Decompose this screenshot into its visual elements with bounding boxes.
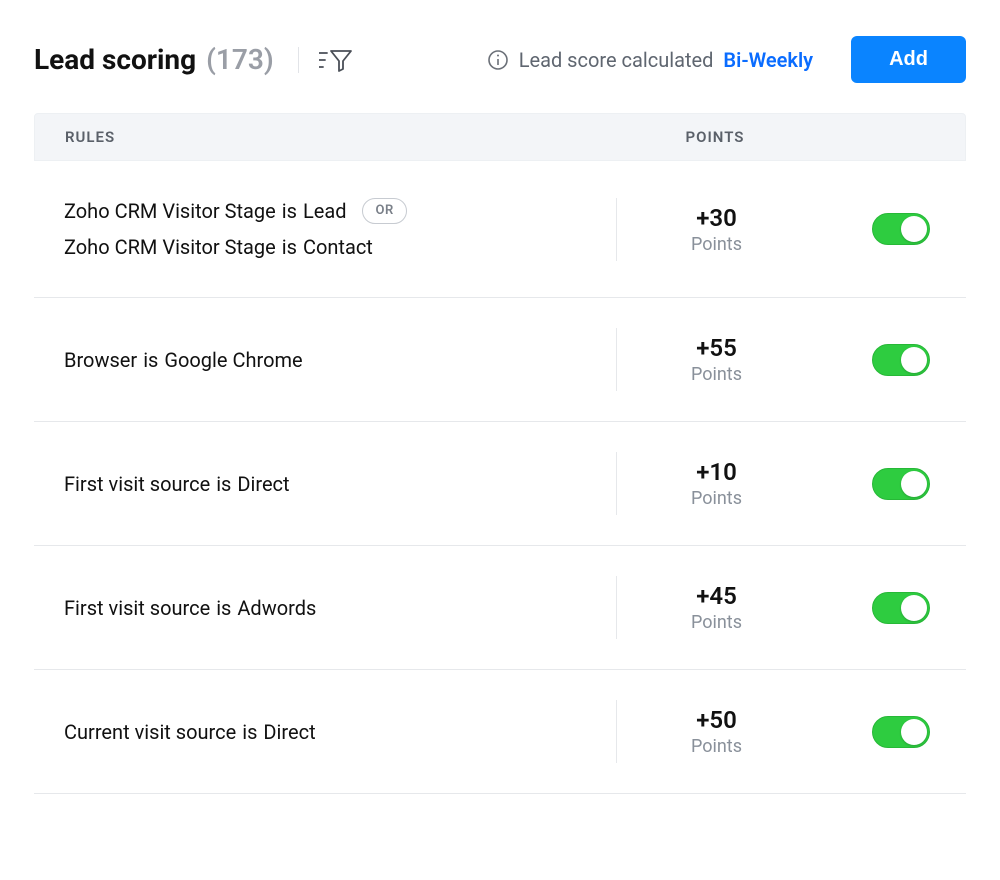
- toggle-cell: [816, 213, 936, 245]
- rule-condition: Zoho CRM Visitor StageisContact: [64, 231, 616, 263]
- info-icon[interactable]: [487, 49, 509, 71]
- rule-operator: is: [242, 716, 257, 748]
- points-value: +30: [617, 204, 816, 232]
- rule-operator: is: [216, 468, 231, 500]
- page-title: Lead scoring: [34, 43, 196, 76]
- points-value: +50: [617, 706, 816, 734]
- table-row[interactable]: Zoho CRM Visitor StageisLeadORZoho CRM V…: [34, 161, 966, 298]
- toggle-cell: [816, 468, 936, 500]
- toggle-knob: [901, 719, 927, 745]
- table-body: Zoho CRM Visitor StageisLeadORZoho CRM V…: [34, 161, 966, 794]
- rule-condition: BrowserisGoogle Chrome: [64, 344, 616, 376]
- rule-cell: First visit sourceisDirect: [64, 464, 616, 504]
- rule-value: Direct: [237, 468, 289, 500]
- table-row[interactable]: First visit sourceisDirect+10Points: [34, 422, 966, 546]
- table-header: RULES POINTS: [34, 113, 966, 161]
- points-label: Points: [617, 234, 816, 255]
- enable-toggle[interactable]: [872, 716, 930, 748]
- vertical-separator: [298, 47, 299, 73]
- points-cell: +50Points: [616, 700, 816, 763]
- points-label: Points: [617, 488, 816, 509]
- enable-toggle[interactable]: [872, 213, 930, 245]
- points-cell: +30Points: [616, 198, 816, 261]
- rules-table: RULES POINTS Zoho CRM Visitor StageisLea…: [34, 113, 966, 794]
- table-row[interactable]: Current visit sourceisDirect+50Points: [34, 670, 966, 794]
- filter-icon[interactable]: [319, 47, 353, 73]
- table-row[interactable]: First visit sourceisAdwords+45Points: [34, 546, 966, 670]
- rule-condition: First visit sourceisAdwords: [64, 592, 616, 624]
- rule-cell: Zoho CRM Visitor StageisLeadORZoho CRM V…: [64, 191, 616, 267]
- rule-field: First visit source: [64, 592, 210, 624]
- points-value: +45: [617, 582, 816, 610]
- page-header: Lead scoring (173) Lead score calculated…: [0, 0, 1000, 113]
- toggle-cell: [816, 716, 936, 748]
- rule-cell: First visit sourceisAdwords: [64, 588, 616, 628]
- points-value: +10: [617, 458, 816, 486]
- points-cell: +10Points: [616, 452, 816, 515]
- add-button[interactable]: Add: [851, 36, 966, 83]
- rule-value: Google Chrome: [164, 344, 302, 376]
- toggle-knob: [901, 216, 927, 242]
- rule-cell: Current visit sourceisDirect: [64, 712, 616, 752]
- rule-operator: is: [143, 344, 158, 376]
- rule-field: Zoho CRM Visitor Stage: [64, 231, 276, 263]
- toggle-knob: [901, 471, 927, 497]
- rule-field: Zoho CRM Visitor Stage: [64, 195, 276, 227]
- col-header-points: POINTS: [615, 128, 815, 146]
- calc-interval-link[interactable]: Bi-Weekly: [723, 48, 813, 72]
- col-header-rules: RULES: [65, 128, 615, 146]
- rule-cell: BrowserisGoogle Chrome: [64, 340, 616, 380]
- rule-value: Lead: [303, 195, 347, 227]
- rule-field: Browser: [64, 344, 137, 376]
- points-value: +55: [617, 334, 816, 362]
- page-title-count: (173): [206, 43, 274, 76]
- toggle-knob: [901, 347, 927, 373]
- rule-value: Contact: [303, 231, 373, 263]
- rule-operator: is: [282, 195, 297, 227]
- points-cell: +45Points: [616, 576, 816, 639]
- calc-text: Lead score calculated: [519, 48, 714, 72]
- title-wrap: Lead scoring (173): [34, 43, 274, 76]
- toggle-cell: [816, 592, 936, 624]
- rule-condition: Zoho CRM Visitor StageisLead OR: [64, 195, 616, 227]
- connector-pill: OR: [362, 198, 406, 225]
- rule-operator: is: [282, 231, 297, 263]
- points-label: Points: [617, 736, 816, 757]
- points-label: Points: [617, 612, 816, 633]
- rule-value: Adwords: [237, 592, 316, 624]
- rule-operator: is: [216, 592, 231, 624]
- calc-label-wrap: Lead score calculated Bi-Weekly: [487, 48, 813, 72]
- rule-field: Current visit source: [64, 716, 236, 748]
- toggle-cell: [816, 344, 936, 376]
- rule-value: Direct: [263, 716, 315, 748]
- points-cell: +55Points: [616, 328, 816, 391]
- toggle-knob: [901, 595, 927, 621]
- enable-toggle[interactable]: [872, 468, 930, 500]
- table-row[interactable]: BrowserisGoogle Chrome+55Points: [34, 298, 966, 422]
- rule-condition: Current visit sourceisDirect: [64, 716, 616, 748]
- rule-condition: First visit sourceisDirect: [64, 468, 616, 500]
- points-label: Points: [617, 364, 816, 385]
- enable-toggle[interactable]: [872, 592, 930, 624]
- enable-toggle[interactable]: [872, 344, 930, 376]
- rule-field: First visit source: [64, 468, 210, 500]
